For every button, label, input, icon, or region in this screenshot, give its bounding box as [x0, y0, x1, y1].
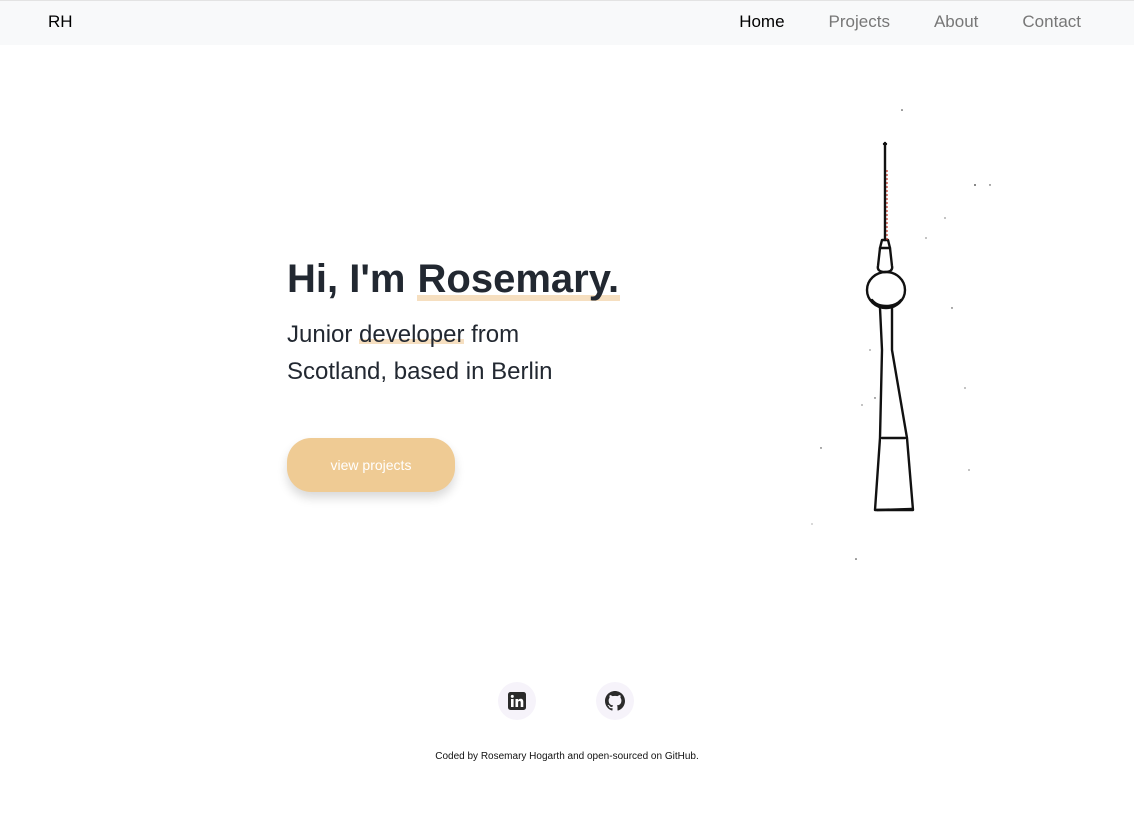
nav-link-contact[interactable]: Contact	[1022, 12, 1081, 32]
footer-credit: Coded by Rosemary Hogarth and open-sourc…	[435, 751, 699, 762]
github-link[interactable]	[596, 682, 634, 720]
nav-links: Home Projects About Contact	[695, 12, 1081, 32]
subtitle-before: Junior	[287, 321, 360, 348]
subtitle-highlight: developer	[359, 321, 465, 348]
hero-greeting: Hi, I'm	[287, 257, 417, 301]
nav-link-home[interactable]: Home	[739, 12, 784, 32]
hero-name: Rosemary.	[416, 257, 621, 301]
github-icon	[605, 691, 625, 711]
view-projects-button[interactable]: view projects	[287, 438, 455, 492]
linkedin-link[interactable]	[498, 682, 536, 720]
navbar: RH Home Projects About Contact	[0, 0, 1134, 45]
hero-title: Hi, I'm Rosemary.	[287, 257, 621, 302]
tv-tower-sketch-icon	[811, 109, 991, 560]
brand-logo[interactable]: RH	[48, 12, 73, 32]
hero-subtitle: Junior developer from Scotland, based in…	[287, 316, 607, 390]
linkedin-icon	[508, 692, 526, 710]
nav-link-projects[interactable]: Projects	[829, 12, 890, 32]
nav-link-about[interactable]: About	[934, 12, 978, 32]
